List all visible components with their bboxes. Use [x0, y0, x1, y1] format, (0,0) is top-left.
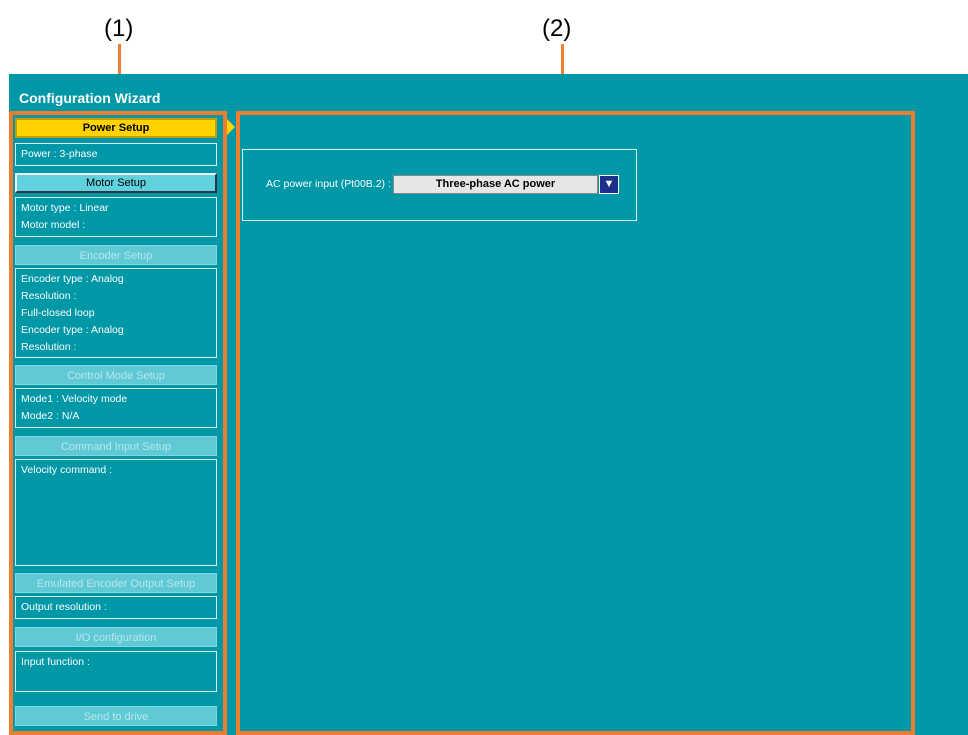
callout-1-frame	[9, 111, 227, 735]
window-title: Configuration Wizard	[19, 90, 161, 106]
callout-1: (1)	[104, 15, 134, 42]
active-step-arrow-icon	[226, 118, 235, 136]
callout-2-frame	[236, 111, 915, 735]
callout-2: (2)	[542, 15, 572, 42]
